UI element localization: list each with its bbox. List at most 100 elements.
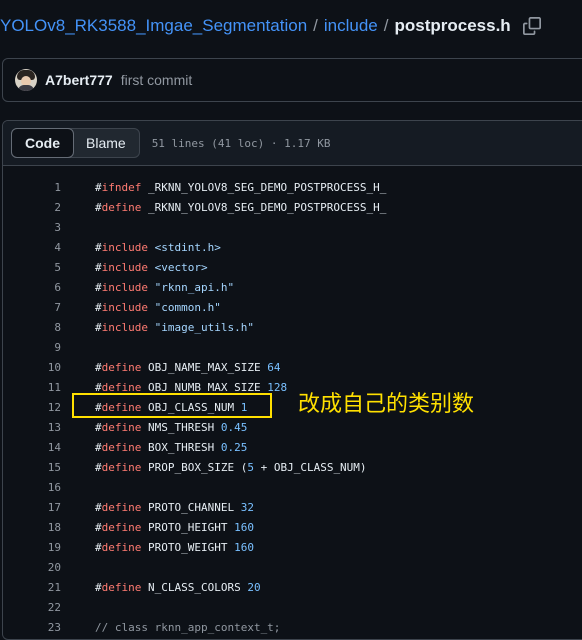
line-source: #ifndef _RKNN_YOLOV8_SEG_DEMO_POSTPROCES… bbox=[95, 181, 386, 194]
code-line: 14 #define BOX_THRESH 0.25 bbox=[3, 437, 582, 457]
line-number[interactable]: 7 bbox=[3, 301, 61, 314]
line-number[interactable]: 9 bbox=[3, 341, 61, 354]
line-number[interactable]: 3 bbox=[3, 221, 61, 234]
code-token: <vector> bbox=[154, 260, 208, 274]
commit-author-link[interactable]: A7bert777 bbox=[45, 72, 113, 88]
line-number[interactable]: 17 bbox=[3, 501, 61, 514]
code-token: # bbox=[95, 540, 102, 554]
line-number[interactable]: 16 bbox=[3, 481, 61, 494]
code-token: 160 bbox=[234, 540, 254, 554]
code-token: # bbox=[95, 460, 102, 474]
line-number[interactable]: 1 bbox=[3, 181, 61, 194]
line-number[interactable]: 20 bbox=[3, 561, 61, 574]
code-line: 16 bbox=[3, 477, 582, 497]
code-token: "common.h" bbox=[154, 300, 221, 314]
file-header: Code Blame 51 lines (41 loc) · 1.17 KB bbox=[3, 121, 582, 166]
code-token: include bbox=[101, 320, 148, 334]
code-token: ifndef bbox=[101, 180, 142, 194]
avatar[interactable] bbox=[15, 69, 37, 91]
highlight-box bbox=[72, 393, 272, 418]
latest-commit-bar: A7bert777 first commit bbox=[2, 58, 582, 102]
line-number[interactable]: 8 bbox=[3, 321, 61, 334]
line-number[interactable]: 23 bbox=[3, 621, 61, 634]
code-line: 6 #include "rknn_api.h" bbox=[3, 277, 582, 297]
code-token: PROP_BOX_SIZE ( bbox=[141, 460, 248, 474]
line-number[interactable]: 19 bbox=[3, 541, 61, 554]
code-token: 160 bbox=[234, 520, 254, 534]
file-viewer: Code Blame 51 lines (41 loc) · 1.17 KB 1… bbox=[2, 120, 582, 640]
code-token: 0.25 bbox=[220, 440, 248, 454]
code-token: + OBJ_CLASS_NUM) bbox=[253, 460, 367, 474]
line-source: #define BOX_THRESH 0.25 bbox=[95, 441, 247, 454]
code-token: include bbox=[101, 240, 148, 254]
line-number[interactable]: 15 bbox=[3, 461, 61, 474]
line-number[interactable]: 18 bbox=[3, 521, 61, 534]
code-token: PROTO_HEIGHT bbox=[141, 520, 235, 534]
line-number[interactable]: 10 bbox=[3, 361, 61, 374]
line-number[interactable]: 22 bbox=[3, 601, 61, 614]
code-token: # bbox=[95, 360, 102, 374]
blame-tab[interactable]: Blame bbox=[73, 129, 139, 157]
code-token: BOX_THRESH bbox=[141, 440, 221, 454]
copy-icon[interactable] bbox=[522, 17, 541, 35]
line-source: #define OBJ_NAME_MAX_SIZE 64 bbox=[95, 361, 280, 374]
code-token: # bbox=[95, 300, 102, 314]
code-token: # bbox=[95, 240, 102, 254]
code-line: 13 #define NMS_THRESH 0.45 bbox=[3, 417, 582, 437]
line-source: #define NMS_THRESH 0.45 bbox=[95, 421, 247, 434]
line-number[interactable]: 4 bbox=[3, 241, 61, 254]
code-line: 22 bbox=[3, 597, 582, 617]
code-token: N_CLASS_COLORS bbox=[141, 580, 248, 594]
code-token: # bbox=[95, 380, 102, 394]
code-line: 1 #ifndef _RKNN_YOLOV8_SEG_DEMO_POSTPROCE… bbox=[3, 177, 582, 197]
line-number[interactable]: 13 bbox=[3, 421, 61, 434]
line-source: #define PROP_BOX_SIZE (5 + OBJ_CLASS_NUM… bbox=[95, 461, 367, 474]
code-token: 5 bbox=[247, 460, 254, 474]
line-number[interactable]: 6 bbox=[3, 281, 61, 294]
code-token: define bbox=[101, 420, 142, 434]
code-token: include bbox=[101, 300, 148, 314]
line-number[interactable]: 2 bbox=[3, 201, 61, 214]
line-number[interactable]: 14 bbox=[3, 441, 61, 454]
line-source: #include <stdint.h> bbox=[95, 241, 221, 254]
line-number[interactable]: 12 bbox=[3, 401, 61, 414]
breadcrumb-repo-link[interactable]: YOLOv8_RK3588_Imgae_Segmentation bbox=[0, 16, 307, 36]
code-tab[interactable]: Code bbox=[11, 128, 74, 158]
line-number[interactable]: 11 bbox=[3, 381, 61, 394]
code-token: define bbox=[101, 200, 142, 214]
code-token: PROTO_WEIGHT bbox=[141, 540, 235, 554]
code-token: # bbox=[95, 200, 102, 214]
line-source: #define PROTO_CHANNEL 32 bbox=[95, 501, 254, 514]
line-source: #define PROTO_WEIGHT 160 bbox=[95, 541, 254, 554]
code-line: 18 #define PROTO_HEIGHT 160 bbox=[3, 517, 582, 537]
line-number[interactable]: 5 bbox=[3, 261, 61, 274]
code-token: define bbox=[101, 520, 142, 534]
code-line: 10 #define OBJ_NAME_MAX_SIZE 64 bbox=[3, 357, 582, 377]
line-source: #define PROTO_HEIGHT 160 bbox=[95, 521, 254, 534]
code-token: include bbox=[101, 260, 148, 274]
commit-message-link[interactable]: first commit bbox=[121, 72, 193, 88]
code-token: # bbox=[95, 420, 102, 434]
code-token: 128 bbox=[267, 380, 288, 394]
line-number[interactable]: 21 bbox=[3, 581, 61, 594]
line-source: #define N_CLASS_COLORS 20 bbox=[95, 581, 261, 594]
code-token: _RKNN_YOLOV8_SEG_DEMO_POSTPROCESS_H_ bbox=[141, 200, 387, 214]
code-token: OBJ_NUMB_MAX_SIZE bbox=[141, 380, 268, 394]
code-token: 20 bbox=[247, 580, 261, 594]
code-token: # bbox=[95, 440, 102, 454]
breadcrumb-current-file: postprocess.h bbox=[394, 16, 511, 35]
line-source: // class rknn_app_context_t; bbox=[95, 621, 280, 634]
code-token: 0.45 bbox=[220, 420, 248, 434]
code-line: 23 // class rknn_app_context_t; bbox=[3, 617, 582, 637]
line-source: #include "common.h" bbox=[95, 301, 221, 314]
code-token: # bbox=[95, 180, 102, 194]
breadcrumb-folder-link[interactable]: include bbox=[324, 16, 378, 36]
code-line: 2 #define _RKNN_YOLOV8_SEG_DEMO_POSTPROCE… bbox=[3, 197, 582, 217]
code-line: 20 bbox=[3, 557, 582, 577]
code-token: "rknn_api.h" bbox=[154, 280, 235, 294]
breadcrumb-separator: / bbox=[313, 16, 318, 35]
